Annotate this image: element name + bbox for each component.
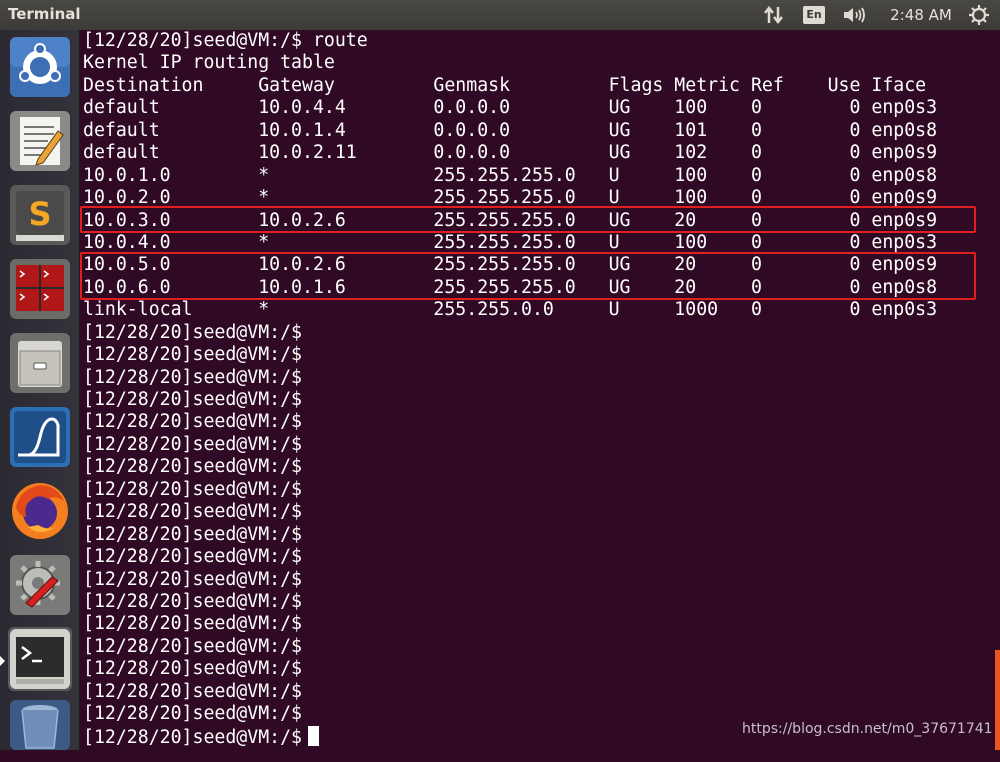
network-arrows-icon[interactable] bbox=[760, 3, 788, 27]
terminal-line: [12/28/20]seed@VM:/$ bbox=[83, 411, 937, 433]
terminator-icon bbox=[10, 259, 70, 319]
app-title: Terminal bbox=[8, 5, 81, 23]
highlight-box-routes-10-0-5-0-and-10-0-6-0 bbox=[80, 252, 976, 300]
firefox-icon bbox=[12, 483, 68, 539]
terminal-line-text: 10.0.4.0 * 255.255.255.0 U 100 0 0 enp0s… bbox=[83, 231, 938, 253]
active-app-indicator bbox=[0, 656, 5, 666]
text-editor-icon bbox=[10, 111, 70, 171]
terminal-line: [12/28/20]seed@VM:/$ bbox=[83, 434, 937, 456]
terminal-cursor bbox=[308, 725, 319, 746]
terminal-line-text: [12/28/20]seed@VM:/$ bbox=[83, 478, 302, 500]
terminal-line-text: 10.0.2.0 * 255.255.255.0 U 100 0 0 enp0s… bbox=[83, 187, 938, 209]
terminal-line: [12/28/20]seed@VM:/$ bbox=[83, 681, 937, 703]
terminal-line: [12/28/20]seed@VM:/$ bbox=[83, 479, 937, 501]
terminal-line-text: [12/28/20]seed@VM:/$ bbox=[83, 590, 302, 612]
terminal-line-text: [12/28/20]seed@VM:/$ bbox=[83, 703, 302, 725]
wireshark-fin-icon bbox=[10, 407, 70, 467]
terminal-line-text: [12/28/20]seed@VM:/$ bbox=[83, 433, 302, 455]
terminal-line-text: [12/28/20]seed@VM:/$ bbox=[83, 726, 302, 748]
launcher-item-dash-home[interactable] bbox=[8, 35, 72, 99]
terminal-window[interactable]: [12/28/20]seed@VM:/$ route Kernel IP rout… bbox=[80, 30, 1000, 750]
terminal-line: [12/28/20]seed@VM:/$ bbox=[83, 636, 937, 658]
sublime-s-icon: S bbox=[10, 185, 70, 245]
terminal-line: default 10.0.4.4 0.0.0.0 UG 100 0 0 enp0… bbox=[83, 97, 937, 119]
terminal-icon bbox=[10, 629, 70, 689]
clock[interactable]: 2:48 AM bbox=[882, 3, 960, 27]
terminal-line: default 10.0.2.11 0.0.0.0 UG 102 0 0 enp… bbox=[83, 142, 937, 164]
terminal-line: [12/28/20]seed@VM:/$ route bbox=[83, 30, 937, 52]
terminal-line-text: Destination Gateway Genmask Flags Metric… bbox=[83, 74, 927, 96]
launcher-item-terminal[interactable] bbox=[8, 627, 72, 691]
terminal-line-text: [12/28/20]seed@VM:/$ bbox=[83, 546, 302, 568]
file-cabinet-icon bbox=[10, 333, 70, 393]
launcher-item-wireshark[interactable] bbox=[8, 405, 72, 469]
terminal-line: default 10.0.1.4 0.0.0.0 UG 101 0 0 enp0… bbox=[83, 120, 937, 142]
terminal-line-text: [12/28/20]seed@VM:/$ bbox=[83, 523, 302, 545]
terminal-line-text: [12/28/20]seed@VM:/$ bbox=[83, 321, 302, 343]
terminal-line-text: [12/28/20]seed@VM:/$ bbox=[83, 389, 302, 410]
launcher: S bbox=[0, 30, 80, 750]
terminal-line: Kernel IP routing table bbox=[83, 52, 937, 74]
terminal-line: [12/28/20]seed@VM:/$ bbox=[83, 389, 937, 411]
terminal-line: [12/28/20]seed@VM:/$ bbox=[83, 658, 937, 680]
terminal-line-text: link-local * 255.255.0.0 U 1000 0 0 enp0… bbox=[83, 299, 938, 321]
terminal-line: [12/28/20]seed@VM:/$ bbox=[83, 524, 937, 546]
volume-icon[interactable] bbox=[838, 3, 872, 27]
keyboard-layout-label: En bbox=[803, 6, 825, 24]
terminal-line-text: [12/28/20]seed@VM:/$ bbox=[83, 344, 302, 366]
launcher-item-text-editor[interactable] bbox=[8, 109, 72, 173]
terminal-line-text: [12/28/20]seed@VM:/$ bbox=[83, 635, 302, 657]
launcher-item-terminator[interactable] bbox=[8, 257, 72, 321]
watermark-url: https://blog.csdn.net/m0_37671741 bbox=[742, 721, 993, 737]
launcher-item-firefox[interactable] bbox=[8, 479, 72, 543]
terminal-line: [12/28/20]seed@VM:/$ bbox=[83, 613, 937, 635]
launcher-item-system-settings[interactable] bbox=[8, 553, 72, 617]
session-gear-icon[interactable] bbox=[964, 3, 994, 27]
terminal-line: [12/28/20]seed@VM:/$ bbox=[83, 591, 937, 613]
terminal-line-text: [12/28/20]seed@VM:/$ route bbox=[83, 30, 368, 51]
terminal-line-text: [12/28/20]seed@VM:/$ bbox=[83, 366, 302, 388]
terminal-line-text: default 10.0.2.11 0.0.0.0 UG 102 0 0 enp… bbox=[83, 142, 938, 164]
terminal-line-text: [12/28/20]seed@VM:/$ bbox=[83, 613, 302, 635]
ubuntu-logo-icon bbox=[10, 37, 70, 97]
terminal-line-text: 10.0.1.0 * 255.255.255.0 U 100 0 0 enp0s… bbox=[83, 164, 938, 186]
trash-icon bbox=[10, 700, 70, 750]
terminal-line-text: [12/28/20]seed@VM:/$ bbox=[83, 501, 302, 523]
svg-text:S: S bbox=[28, 195, 51, 233]
terminal-line-text: default 10.0.4.4 0.0.0.0 UG 100 0 0 enp0… bbox=[83, 97, 938, 119]
launcher-item-trash[interactable] bbox=[8, 698, 72, 762]
terminal-line: Destination Gateway Genmask Flags Metric… bbox=[83, 75, 937, 97]
terminal-line: [12/28/20]seed@VM:/$ bbox=[83, 367, 937, 389]
terminal-line: [12/28/20]seed@VM:/$ bbox=[83, 501, 937, 523]
terminal-output: [12/28/20]seed@VM:/$ route Kernel IP rout… bbox=[83, 30, 937, 748]
terminal-line: [12/28/20]seed@VM:/$ bbox=[83, 456, 937, 478]
launcher-item-file-manager[interactable] bbox=[8, 331, 72, 395]
terminal-line: link-local * 255.255.0.0 U 1000 0 0 enp0… bbox=[83, 299, 937, 321]
terminal-line: [12/28/20]seed@VM:/$ bbox=[83, 546, 937, 568]
terminal-line-text: default 10.0.1.4 0.0.0.0 UG 101 0 0 enp0… bbox=[83, 119, 938, 141]
terminal-scrollbar-thumb[interactable] bbox=[995, 650, 1000, 750]
keyboard-layout-icon[interactable]: En bbox=[800, 3, 828, 27]
top-panel: Terminal En 2:48 AM bbox=[0, 0, 1000, 30]
launcher-item-sublime-text[interactable]: S bbox=[8, 183, 72, 247]
terminal-line-text: [12/28/20]seed@VM:/$ bbox=[83, 411, 302, 433]
terminal-line: [12/28/20]seed@VM:/$ bbox=[83, 344, 937, 366]
settings-wrench-icon bbox=[10, 555, 70, 615]
terminal-line-text: [12/28/20]seed@VM:/$ bbox=[83, 568, 302, 590]
terminal-line-text: [12/28/20]seed@VM:/$ bbox=[83, 456, 302, 478]
highlight-box-route-10-0-3-0 bbox=[80, 206, 976, 233]
terminal-line-text: [12/28/20]seed@VM:/$ bbox=[83, 680, 302, 702]
terminal-line: [12/28/20]seed@VM:/$ bbox=[83, 569, 937, 591]
terminal-line-text: Kernel IP routing table bbox=[83, 52, 335, 74]
terminal-line-text: [12/28/20]seed@VM:/$ bbox=[83, 658, 302, 680]
terminal-line: 10.0.1.0 * 255.255.255.0 U 100 0 0 enp0s… bbox=[83, 165, 937, 187]
terminal-line: [12/28/20]seed@VM:/$ bbox=[83, 322, 937, 344]
terminal-line: 10.0.4.0 * 255.255.255.0 U 100 0 0 enp0s… bbox=[83, 232, 937, 254]
